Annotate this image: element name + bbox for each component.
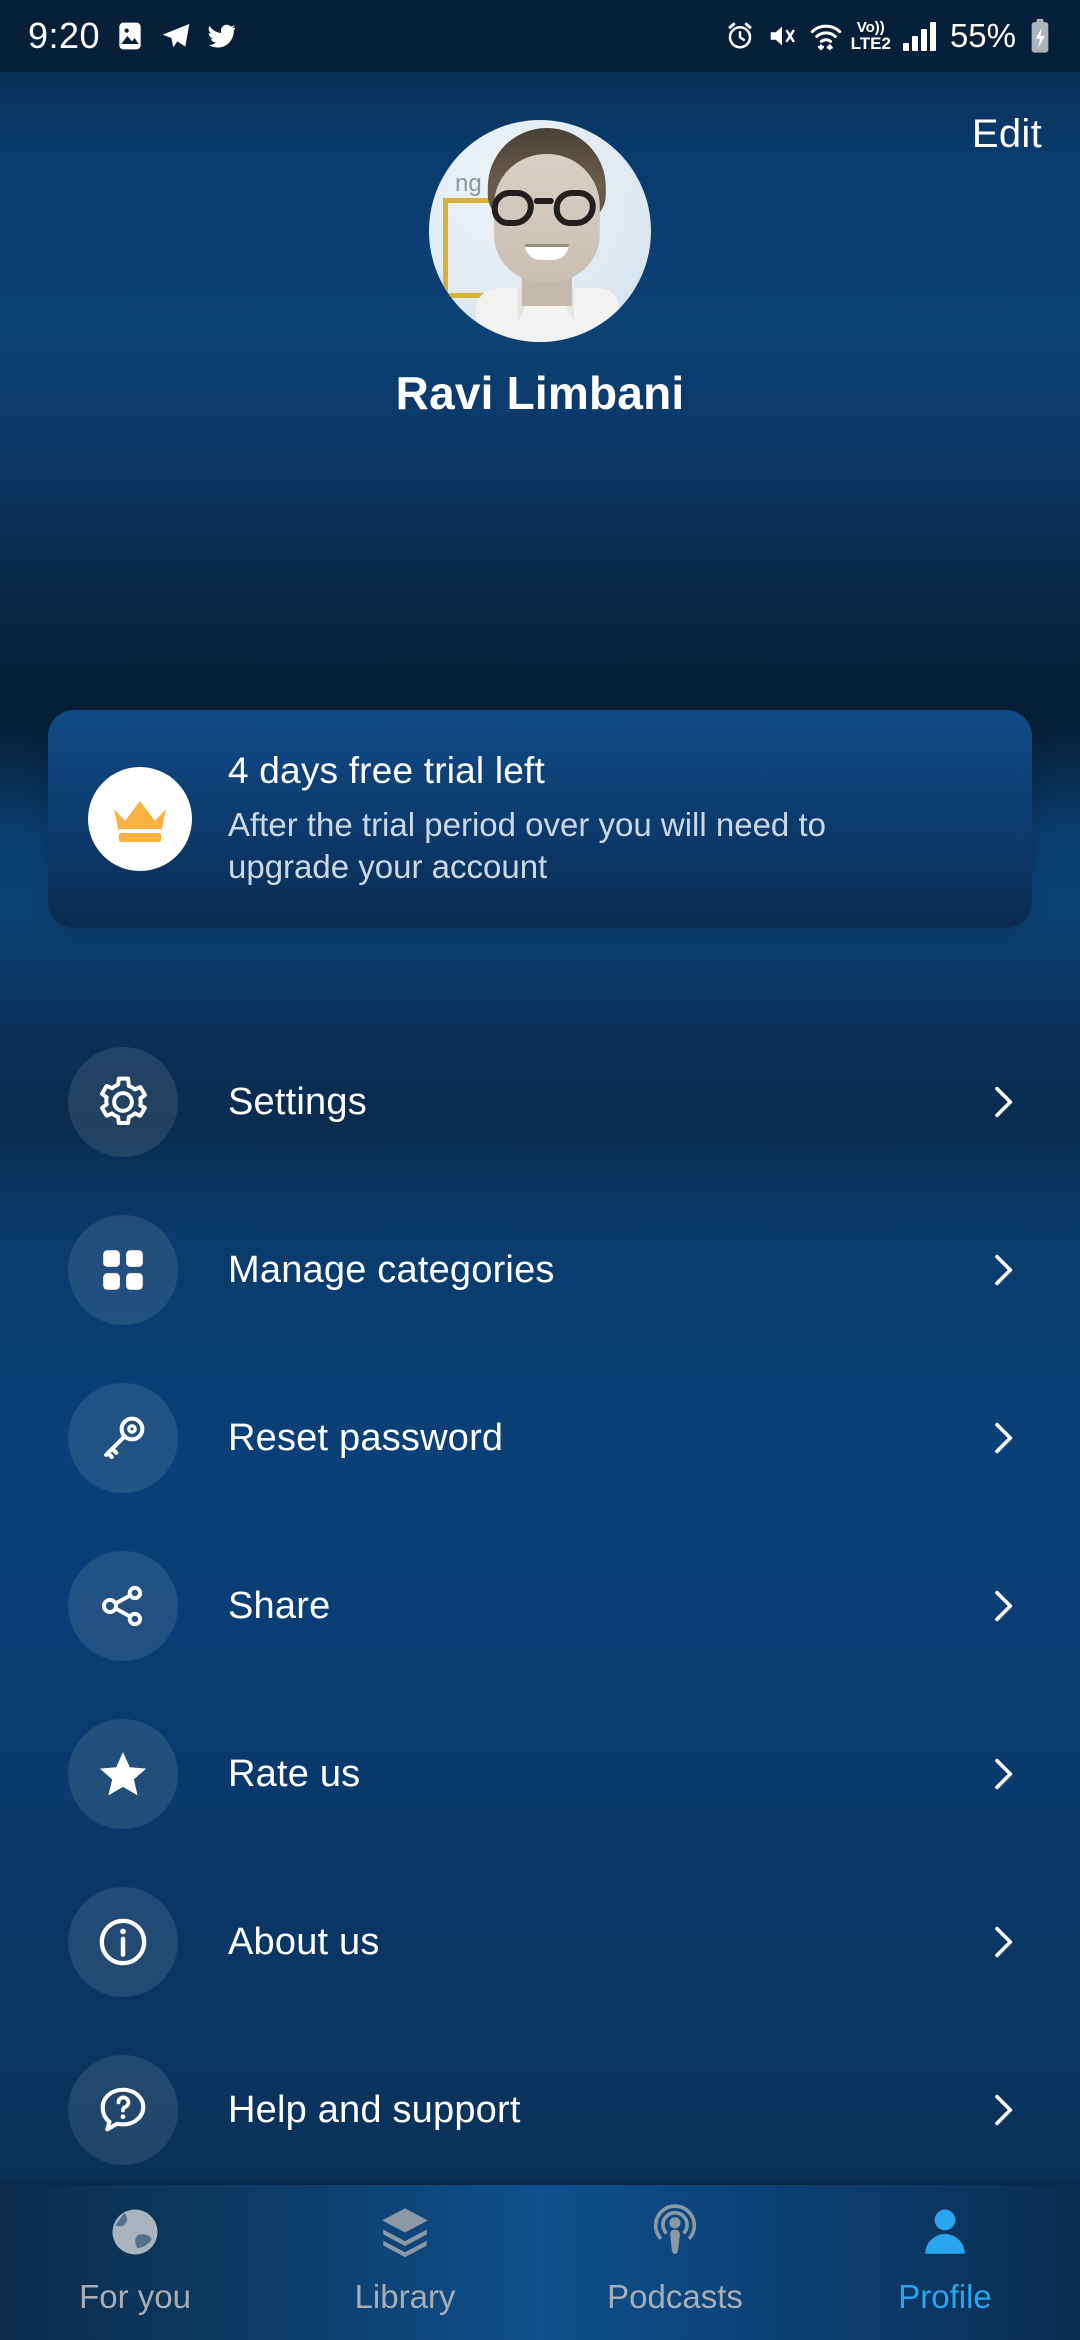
menu-item-label: About us [228, 1920, 380, 1963]
page-title: Ravi Limbani [395, 367, 685, 419]
menu-item-label: Reset password [228, 1416, 504, 1459]
battery-charging-icon [1028, 18, 1052, 54]
signal-bars-icon [902, 21, 936, 51]
layers-icon [376, 2203, 434, 2266]
volte-bottom-label: LTE2 [850, 34, 891, 53]
question-bubble-icon [68, 2055, 178, 2165]
nav-item-label: Podcasts [607, 2278, 743, 2315]
menu-item-manage-categories[interactable]: Manage categories [0, 1186, 1080, 1354]
trial-title: 4 days free trial left [228, 749, 545, 791]
status-bar-left: 9:20 [28, 15, 238, 57]
nav-item-label: Profile [898, 2278, 992, 2315]
menu-item-label: Rate us [228, 1752, 361, 1795]
chevron-right-icon[interactable] [972, 1082, 1032, 1122]
chevron-right-icon[interactable] [972, 1418, 1032, 1458]
twitter-icon [206, 20, 238, 52]
telegram-icon [160, 20, 192, 52]
chevron-right-icon[interactable] [972, 1754, 1032, 1794]
app-screen: 9:20 Vo)) LTE2 55% Edit ng Ravi Limbani … [0, 0, 1080, 2340]
avatar[interactable]: ng [429, 120, 651, 342]
trial-banner[interactable]: 4 days free trial left After the trial p… [48, 710, 1032, 928]
avatar-photo [462, 128, 632, 342]
volte-indicator: Vo)) LTE2 [851, 20, 891, 52]
volte-top-label: Vo)) [856, 19, 885, 36]
nav-item-label: Library [354, 2278, 456, 2315]
nav-item-profile[interactable]: Profile [810, 2185, 1080, 2340]
share-icon [68, 1551, 178, 1661]
nav-item-library[interactable]: Library [270, 2185, 540, 2340]
photos-icon [114, 20, 146, 52]
nav-item-podcasts[interactable]: Podcasts [540, 2185, 810, 2340]
menu-item-settings[interactable]: Settings [0, 1018, 1080, 1186]
menu-item-label: Help and support [228, 2088, 521, 2131]
status-bar-right: Vo)) LTE2 55% [725, 17, 1052, 55]
star-icon [68, 1719, 178, 1829]
person-icon [916, 2203, 974, 2266]
menu-item-share[interactable]: Share [0, 1522, 1080, 1690]
bottom-navigation: For you Library Podcasts Profile [0, 2185, 1080, 2340]
menu-item-label: Settings [228, 1080, 367, 1123]
menu-item-label: Share [228, 1584, 331, 1627]
profile-header: ng Ravi Limbani [0, 120, 1080, 420]
trial-text-block: 4 days free trial left After the trial p… [228, 750, 928, 888]
battery-percent-label: 55% [949, 17, 1016, 54]
alarm-icon [725, 21, 755, 51]
trial-subtitle: After the trial period over you will nee… [228, 805, 826, 885]
key-icon [68, 1383, 178, 1493]
menu-item-about-us[interactable]: About us [0, 1858, 1080, 2026]
wifi-icon [809, 21, 843, 51]
menu-item-reset-password[interactable]: Reset password [0, 1354, 1080, 1522]
status-time: 9:20 [28, 15, 101, 56]
crown-icon [88, 767, 192, 871]
mute-icon [767, 21, 797, 51]
gear-icon [68, 1047, 178, 1157]
chevron-right-icon[interactable] [972, 1250, 1032, 1290]
nav-item-for-you[interactable]: For you [0, 2185, 270, 2340]
settings-menu-list: Settings Manage categories Reset passwor… [0, 1018, 1080, 2194]
chevron-right-icon[interactable] [972, 1586, 1032, 1626]
podcast-icon [646, 2203, 704, 2266]
nav-item-label: For you [79, 2278, 191, 2315]
status-bar: 9:20 Vo)) LTE2 55% [0, 0, 1080, 72]
menu-item-help-and-support[interactable]: Help and support [0, 2026, 1080, 2194]
globe-icon [106, 2203, 164, 2266]
chevron-right-icon[interactable] [972, 1922, 1032, 1962]
menu-item-rate-us[interactable]: Rate us [0, 1690, 1080, 1858]
grid-icon [68, 1215, 178, 1325]
menu-item-label: Manage categories [228, 1248, 555, 1291]
chevron-right-icon[interactable] [972, 2090, 1032, 2130]
info-icon [68, 1887, 178, 1997]
